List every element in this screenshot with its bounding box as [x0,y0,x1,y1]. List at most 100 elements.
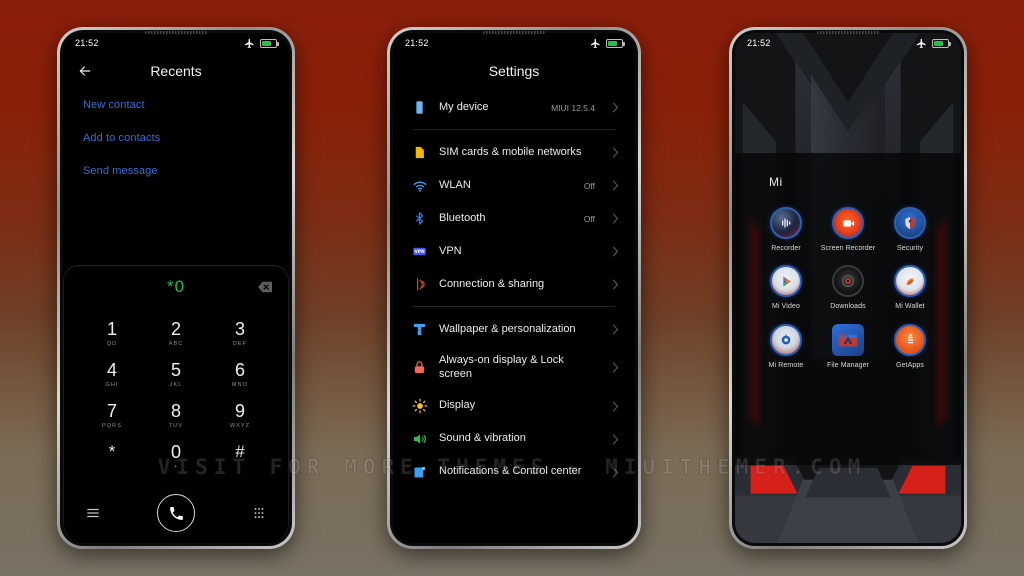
page-title: Settings [488,63,540,79]
settings-row-display[interactable]: Display [395,390,633,423]
app-recorder[interactable]: Recorder [755,207,817,253]
folder-name[interactable]: Mi [735,153,961,189]
app-getapps[interactable]: GetApps [879,323,941,370]
link-send-message[interactable]: Send message [83,165,269,177]
wallpaper-brush-icon [411,321,428,338]
chevron-right-icon [612,362,619,373]
key-9[interactable]: 9 WXYZ [208,396,272,437]
recents-action-list: New contact Add to contacts Send message [63,83,289,177]
key-6-digit: 6 [234,359,245,380]
key-7-letters: PQRS [102,422,122,429]
phone-right-screen: 21:52 Mi Recorder Screen Recorder Securi… [735,33,961,543]
key-6-letters: MNO [231,381,249,388]
key-2[interactable]: 2 ABC [144,314,208,355]
status-icons [916,38,951,49]
app-label: Mi Remote [768,361,804,369]
key-hash[interactable]: # [208,437,272,478]
key-4[interactable]: 4 GHI [80,355,144,396]
chevron-right-icon [612,466,619,478]
chevron-right-icon [612,433,619,445]
settings-row-wlan[interactable]: WLAN Off [395,169,633,202]
status-time: 21:52 [747,38,771,48]
link-new-contact[interactable]: New contact [83,99,269,111]
settings-row-sim-cards[interactable]: SIM cards & mobile networks [395,136,633,169]
speaker-grille [145,31,207,34]
settings-label: Always-on display & Lock screen [439,354,564,380]
app-label: File Manager [826,361,870,369]
svg-text:VPN: VPN [414,249,425,255]
keypad-grid-icon[interactable] [252,506,266,520]
settings-row-vpn[interactable]: VPN VPN [395,235,633,268]
app-security[interactable]: Security [879,207,941,253]
settings-row-my-device[interactable]: My device MIUI 12.5.4 [395,91,633,124]
key-8-letters: TUV [168,422,184,429]
settings-row-notifications[interactable]: Notifications & Control center [395,456,633,489]
app-mi-wallet[interactable]: Mi Wallet [879,265,941,311]
app-mi-remote[interactable]: Mi Remote [755,323,817,370]
key-1-digit: 1 [106,318,117,339]
settings-row-wallpaper[interactable]: Wallpaper & personalization [395,313,633,346]
key-9-digit: 9 [234,400,245,421]
connection-sharing-icon [411,276,428,293]
settings-label: Bluetooth [439,211,486,224]
file-manager-icon [832,323,864,356]
settings-label: Wallpaper & personalization [439,322,576,335]
chevron-right-icon [612,213,619,224]
key-3[interactable]: 3 DEF [208,314,272,355]
key-8[interactable]: 8 TUV [144,396,208,437]
key-0-letters: + [173,463,179,470]
key-star[interactable]: * [80,437,144,478]
recents-header: Recents [63,53,289,83]
chevron-right-icon [612,279,619,290]
battery-icon [260,38,279,48]
dialer-actions [64,483,288,543]
status-bar: 21:52 [393,33,635,53]
link-add-to-contacts[interactable]: Add to contacts [83,132,269,144]
menu-icon[interactable] [86,506,100,520]
key-5[interactable]: 5 JKL [144,355,208,396]
settings-row-connection-sharing[interactable]: Connection & sharing [395,268,633,301]
call-icon [169,506,183,520]
app-screen-recorder[interactable]: Screen Recorder [817,207,879,253]
settings-row-lock-screen[interactable]: Always-on display & Lock screen [395,346,633,390]
back-arrow-icon[interactable] [77,63,93,79]
sim-card-icon [411,144,428,161]
key-6[interactable]: 6 MNO [208,355,272,396]
settings-value: Off [583,213,595,224]
settings-row-sound[interactable]: Sound & vibration [395,423,633,456]
status-time: 21:52 [405,38,429,48]
speaker-grille [483,31,545,34]
bluetooth-icon [411,210,428,227]
phone-center-bezel: 21:52 Settings My device MIUI 12.5.4 SIM… [390,30,638,546]
phone-left: 21:52 Recents New contact Add to contact… [57,27,295,549]
key-hash-digit: # [235,441,245,461]
phone-center: 21:52 Settings My device MIUI 12.5.4 SIM… [387,27,641,549]
settings-divider [413,129,615,130]
chevron-right-icon [612,246,619,257]
mi-wallet-icon [894,265,926,298]
airplane-mode-icon [916,38,926,48]
folder-app-grid: Recorder Screen Recorder Security Mi Vid… [735,189,961,370]
settings-label: WLAN [439,178,471,191]
call-button[interactable] [157,494,195,532]
speaker-grille [817,31,879,34]
brightness-icon [411,398,428,415]
key-star-digit: * [108,441,116,461]
keypad: 1 QD 2 ABC 3 DEF 4 GHI 5 JKL 6 MNO 7 PQRS 8 TUV … [64,308,288,483]
key-star-letters [80,463,144,470]
mi-video-icon [770,265,802,298]
key-1[interactable]: 1 QD [80,314,144,355]
app-label: Security [896,245,924,252]
downloads-icon [832,265,864,298]
settings-row-bluetooth[interactable]: Bluetooth Off [395,202,633,235]
backspace-icon[interactable] [258,281,272,293]
app-downloads[interactable]: Downloads [817,265,879,311]
app-label: Downloads [830,303,866,311]
app-mi-video[interactable]: Mi Video [755,265,817,311]
key-0[interactable]: 0 + [144,437,208,478]
key-7[interactable]: 7 PQRS [80,396,144,437]
app-file-manager[interactable]: File Manager [817,323,879,370]
key-2-letters: ABC [168,340,184,347]
dialed-number: *0 [166,277,186,296]
key-1-letters: QD [106,340,118,347]
